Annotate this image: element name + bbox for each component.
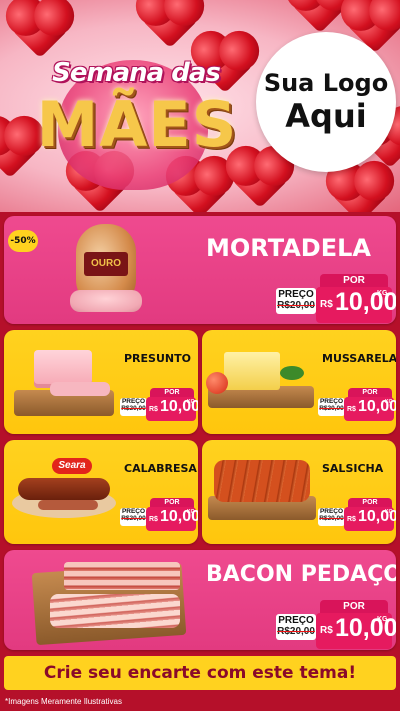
mussarela-image [224,352,280,390]
preco-label: PREÇO [319,508,344,515]
old-price-box: PREÇO R$20,00 [318,398,345,416]
old-price-box: PREÇO R$20,00 [120,398,147,416]
old-price: R$20,00 [277,300,315,311]
new-price-box: R$ 10,00 KG [316,613,396,649]
basil-icon [280,366,304,380]
heart-icon [291,0,349,34]
title-line1: Semana das [52,58,221,88]
heart-icon [331,166,389,212]
bacon-slices [50,594,180,628]
logo-line2: Aqui [285,97,367,135]
unit: KG [377,616,388,623]
bacon-image [64,562,180,590]
product-card-salsicha: SALSICHA POR PREÇO R$20,00 R$ 10,00 KG [202,440,396,544]
old-price: R$20,00 [277,626,315,637]
unit: KG [385,509,393,515]
product-card-presunto: PRESUNTO POR PREÇO R$20,00 R$ 10,00 KG [4,330,198,434]
price-tag: POR PREÇO R$20,00 R$ 10,00 KG [276,600,396,650]
preco-label: PREÇO [319,398,344,405]
product-name: BACON PEDAÇO [206,562,396,587]
new-price-box: R$ 10,00 KG [146,507,198,531]
header-banner: Semana das MÃES Sua Logo Aqui [0,0,400,212]
product-card-mortadela: OURO MORTADELA POR PREÇO R$20,00 R$ 10,0… [4,216,396,324]
new-price-box: R$ 10,00 KG [344,397,396,421]
calabresa-slices [38,500,98,510]
product-card-calabresa: Seara CALABRESA POR PREÇO R$20,00 R$ 10,… [4,440,198,544]
cta-banner[interactable]: Crie seu encarte com este tema! [4,656,396,690]
heart-icon [141,0,199,49]
logo-placeholder: Sua Logo Aqui [256,32,396,172]
presunto-slices [50,382,110,396]
calabresa-image [18,478,110,500]
currency: R$ [347,406,356,413]
price-tag: POR PREÇO R$20,00 R$ 10,00 KG [318,388,396,424]
campaign-title: Semana das MÃES [18,50,248,200]
product-name: PRESUNTO [124,352,191,365]
old-price: R$20,00 [319,405,344,412]
price-tag: POR PREÇO R$20,00 R$ 10,00 KG [276,274,396,324]
product-name: CALABRESA [124,462,197,475]
new-price-box: R$ 10,00 KG [316,287,396,323]
currency: R$ [149,516,158,523]
unit: KG [377,290,388,297]
currency: R$ [320,625,333,636]
old-price-box: PREÇO R$20,00 [276,288,316,314]
price-tag: POR PREÇO R$20,00 R$ 10,00 KG [120,498,198,534]
product-card-bacon: BACON PEDAÇO POR PREÇO R$20,00 R$ 10,00 … [4,550,396,650]
preco-label: PREÇO [278,615,314,626]
currency: R$ [320,299,333,310]
old-price-box: PREÇO R$20,00 [120,508,147,526]
discount-badge: -50% [8,230,38,252]
old-price: R$20,00 [319,515,344,522]
logo-line1: Sua Logo [263,69,389,97]
product-card-mussarela: MUSSARELA POR PREÇO R$20,00 R$ 10,00 KG [202,330,396,434]
seara-logo: Seara [52,458,92,474]
por-label: POR [320,600,388,614]
price-tag: POR PREÇO R$20,00 R$ 10,00 KG [120,388,198,424]
old-price: R$20,00 [121,405,146,412]
old-price-box: PREÇO R$20,00 [318,508,345,526]
currency: R$ [149,406,158,413]
salsicha-image [214,460,310,502]
unit: KG [187,509,195,515]
title-line2: MÃES [36,88,238,161]
footer-disclaimer: *Imagens Meramente Ilustrativas [5,697,122,706]
old-price-box: PREÇO R$20,00 [276,614,316,640]
new-price-box: R$ 10,00 KG [146,397,198,421]
unit: KG [187,399,195,405]
por-label: POR [320,274,388,288]
unit: KG [385,399,393,405]
currency: R$ [347,516,356,523]
preco-label: PREÇO [121,508,146,515]
old-price: R$20,00 [121,515,146,522]
preco-label: PREÇO [278,289,314,300]
product-name: MUSSARELA [322,352,396,365]
tomato-icon [206,372,228,394]
new-price-box: R$ 10,00 KG [344,507,396,531]
mortadela-label: OURO [84,252,128,276]
product-name: MORTADELA [206,234,371,262]
price-tag: POR PREÇO R$20,00 R$ 10,00 KG [318,498,396,534]
mortadela-slices [70,290,142,312]
preco-label: PREÇO [121,398,146,405]
product-name: SALSICHA [322,462,384,475]
